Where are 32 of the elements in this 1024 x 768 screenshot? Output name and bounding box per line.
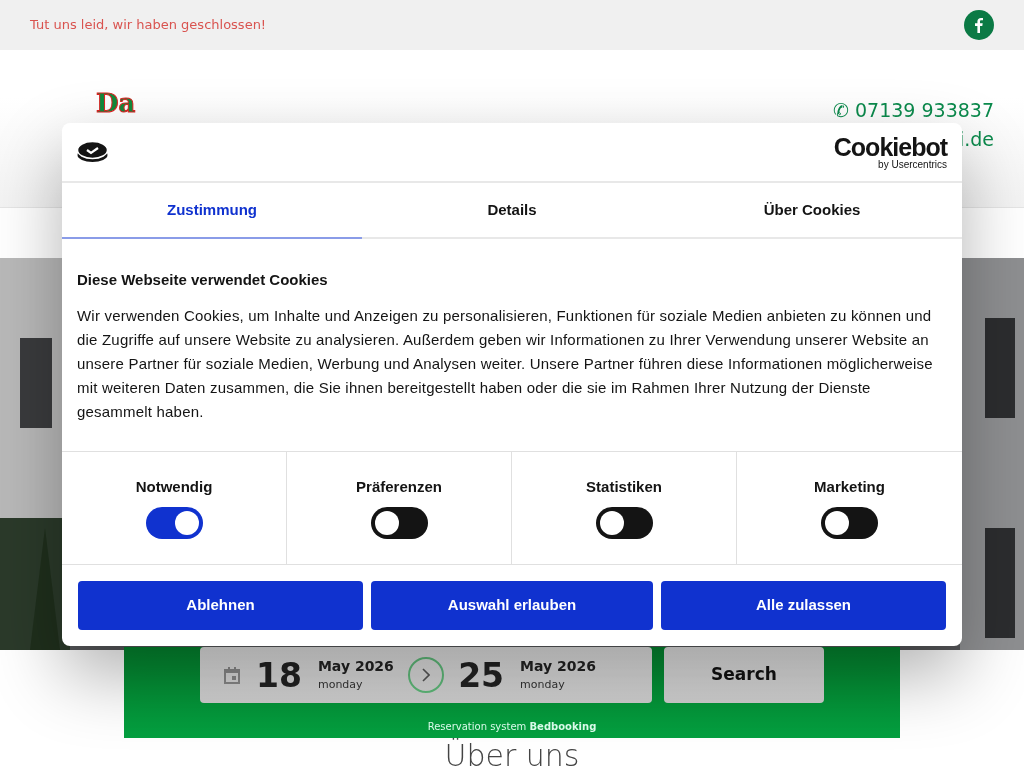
dialog-tab[interactable]: Über Cookies [662,183,962,239]
calendar-icon [224,666,240,684]
reservation-credit: Reservation system Bedbooking [427,720,597,734]
dialog-text: Wir verwenden Cookies, um Inhalte und Anzeigen zu personalisieren, Funktionen für soziale Medien anbieten zu können und die Zugriffe auf unsere Website zu analysieren. Außerdem geben wir Informationen zu Ihrer Verwendung unserer Website an unsere Partner für soziale Medien, Werbung und Analysen weiter. Unsere Partner führen diese Informationen möglicherweise mit weiteren Daten zusammen, die Sie ihnen bereitgestellt haben oder die sie im Rahmen Ihrer Nutzung der Dienste gesammelt haben. [77,305,934,422]
brand-tagline: by Usercentrics [878,159,947,170]
closed-notice: Tut uns leid, wir haben geschlossen! [30,16,267,35]
category-label: Statistiken [586,477,662,497]
arrival-weekday: monday [317,677,364,694]
toggle-switch[interactable] [595,506,653,539]
consent-button[interactable]: Auswahl erlauben [371,581,653,630]
toggle-switch[interactable] [370,506,428,539]
consent-icon [77,141,108,163]
category-label: Präferenzen [356,477,442,497]
consent-button[interactable]: Alle zulassen [661,581,946,630]
dialog-tab[interactable]: Zustimmung [62,183,362,239]
consent-button[interactable]: Ablehnen [78,581,363,630]
category-label: Notwendig [135,477,213,497]
brand-logo: Cookiebot [833,134,947,160]
departure-day: 25 [458,658,505,692]
toggle-switch[interactable] [145,506,203,539]
facebook-icon[interactable] [964,10,994,40]
departure-month: May 2026 [520,657,596,677]
category-label: Marketing [814,477,885,497]
arrival-month: May 2026 [317,657,394,677]
section-heading: Über uns [444,738,580,768]
dialog-title: Diese Webseite verwendet Cookies [77,270,329,290]
arrival-day: 18 [256,658,302,692]
search-button[interactable]: Search [664,647,824,703]
departure-weekday: monday [520,677,566,694]
toggle-switch[interactable] [821,506,878,539]
logo-text: Da [96,90,136,116]
phone-number[interactable]: ✆ 07139 933837 [833,96,994,125]
